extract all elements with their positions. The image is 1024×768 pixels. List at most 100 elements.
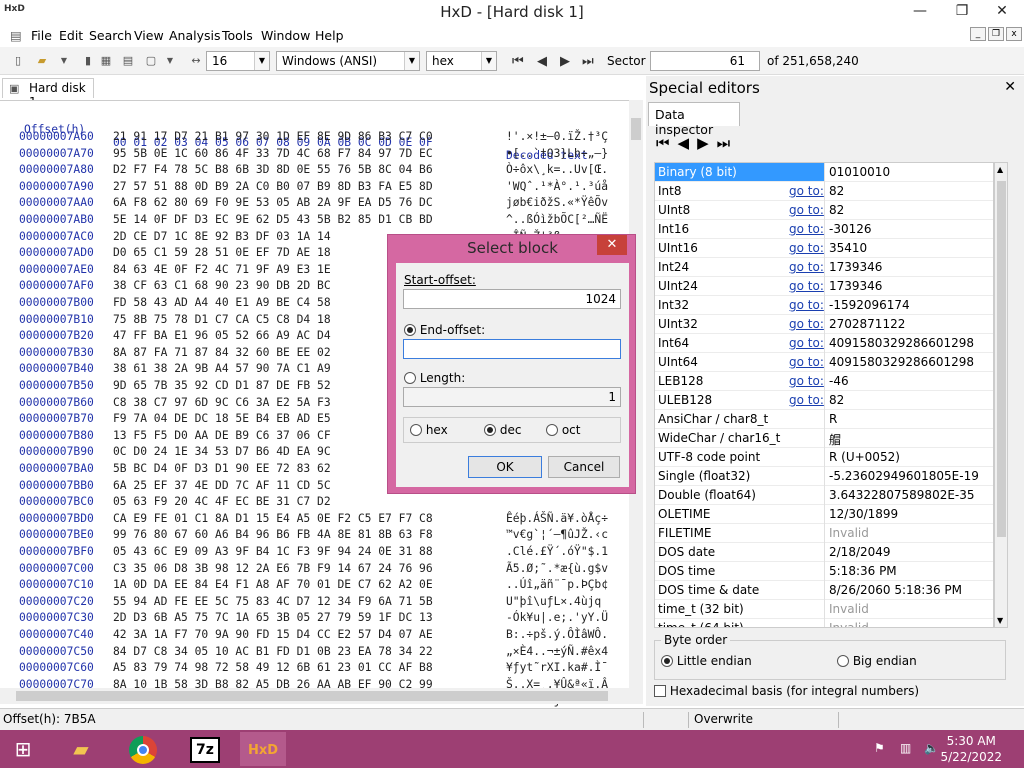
- start-offset-input[interactable]: 1024: [403, 289, 621, 309]
- charset-select[interactable]: Windows (ANSI) ▼: [276, 51, 420, 71]
- length-input[interactable]: 1: [403, 387, 621, 407]
- go-to-link[interactable]: go to:: [789, 222, 824, 236]
- inspector-row-value[interactable]: 35410: [829, 241, 867, 255]
- inspector-row[interactable]: Binary (8 bit) 01010010: [655, 163, 993, 182]
- previous-sector-icon[interactable]: ◀: [537, 54, 547, 69]
- hex-row-decoded[interactable]: .Clé.£Ÿ´.óŸ"$.1: [506, 545, 608, 558]
- hex-row[interactable]: 00000007AA0 6A F8 62 80 69 F0 9E 53 05 AB…: [0, 196, 640, 212]
- inspector-row[interactable]: Int64 go to: 4091580329286601298: [655, 334, 993, 353]
- inspector-row-value[interactable]: 4091580329286601298: [829, 355, 974, 369]
- inspector-row[interactable]: Double (float64) 3.64322807589802E-35: [655, 486, 993, 505]
- hex-row-decoded[interactable]: Ã5.Ø;˜.*æ{ù.g$v: [506, 562, 608, 575]
- hex-row-decoded[interactable]: ^..ßÓìžbÕC[²…ÑË: [506, 213, 608, 226]
- hex-row-bytes[interactable]: 95 5B 0E 1C 60 86 4F 33 7D 4C 68 F7 84 9…: [113, 147, 433, 160]
- hexadecimal-basis-checkbox[interactable]: Hexadecimal basis (for integral numbers): [654, 684, 919, 698]
- open-dropdown-icon[interactable]: ▼: [56, 53, 72, 69]
- hex-row-bytes[interactable]: 47 FF BA E1 96 05 52 66 A9 AC D4: [113, 329, 337, 342]
- system-clock[interactable]: 5:30 AM 5/22/2022: [940, 733, 1002, 765]
- hex-row-bytes[interactable]: 1A 0D DA EE 84 E4 F1 A8 AF 70 01 DE C7 6…: [113, 578, 433, 591]
- menu-search[interactable]: Search: [89, 28, 132, 43]
- inspector-row-value[interactable]: -46: [829, 374, 849, 388]
- inspector-row[interactable]: UInt24 go to: 1739346: [655, 277, 993, 296]
- go-to-link[interactable]: go to:: [789, 203, 824, 217]
- hex-row-decoded[interactable]: Ò÷ôx\¸k=..Uv[Œ.: [506, 163, 608, 176]
- inspector-row[interactable]: UInt8 go to: 82: [655, 201, 993, 220]
- hex-row-decoded[interactable]: 'WQˆ.¹*À°.¹.³úå: [506, 180, 608, 193]
- inspector-row[interactable]: Int32 go to: -1592096174: [655, 296, 993, 315]
- hex-row-decoded[interactable]: U"­þî\uƒL×.4ùjq: [506, 595, 601, 608]
- hex-row-bytes[interactable]: 5E 14 0F DF D3 EC 9E 62 D5 43 5B B2 85 D…: [113, 213, 433, 226]
- go-to-link[interactable]: go to:: [789, 260, 824, 274]
- hex-row-bytes[interactable]: 05 63 F9 20 4C 4F EC BE 31 C7 D2: [113, 495, 337, 508]
- menu-tools[interactable]: Tools: [222, 28, 253, 43]
- hex-row-bytes[interactable]: 05 43 6C E9 09 A3 9F B4 1C F3 9F 94 24 0…: [113, 545, 433, 558]
- document-icon[interactable]: ▤: [10, 28, 22, 43]
- inspector-row-value[interactable]: 82: [829, 393, 844, 407]
- hex-row-decoded[interactable]: •[..`†O3}Lh÷„—}: [506, 147, 608, 160]
- hex-row[interactable]: 00000007C50 84 D7 C8 34 05 10 AC B1 FD D1…: [0, 645, 640, 661]
- go-to-link[interactable]: go to:: [789, 336, 824, 350]
- first-sector-icon[interactable]: ⏮: [512, 54, 524, 69]
- inspector-row-value[interactable]: 1739346: [829, 260, 882, 274]
- inspector-row[interactable]: UInt32 go to: 2702871122: [655, 315, 993, 334]
- inspector-row[interactable]: UInt16 go to: 35410: [655, 239, 993, 258]
- hex-row[interactable]: 00000007AB0 5E 14 0F DF D3 EC 9E 62 D5 43…: [0, 213, 640, 229]
- radix-oct-radio[interactable]: oct: [546, 423, 580, 437]
- hex-row[interactable]: 00000007A60 21 91 17 D7 21 B1 97 30 1D EF…: [0, 130, 640, 146]
- hxd-icon[interactable]: HxD: [240, 732, 286, 766]
- inspector-row-value[interactable]: 1739346: [829, 279, 882, 293]
- 7zip-icon[interactable]: 7z: [182, 732, 228, 766]
- minimize-button[interactable]: —: [902, 0, 938, 22]
- go-to-link[interactable]: go to:: [789, 298, 824, 312]
- hex-row[interactable]: 00000007A80 D2 F7 F4 78 5C B8 6B 3D 8D 0E…: [0, 163, 640, 179]
- scroll-up-icon[interactable]: ▲: [997, 165, 1003, 174]
- inspector-row[interactable]: DOS time 5:18:36 PM: [655, 562, 993, 581]
- close-panel-button[interactable]: ✕: [1004, 79, 1016, 95]
- inspector-row-value[interactable]: 01010010: [829, 165, 890, 179]
- inspector-row[interactable]: Int24 go to: 1739346: [655, 258, 993, 277]
- radix-hex-radio[interactable]: hex: [410, 423, 448, 437]
- last-sector-icon[interactable]: ⏭: [582, 54, 594, 69]
- new-file-icon[interactable]: ▯: [10, 53, 26, 69]
- close-button[interactable]: ✕: [984, 0, 1020, 22]
- inspector-row-value[interactable]: 艒: [829, 431, 841, 448]
- hex-row-bytes[interactable]: 38 61 38 2A 9B A4 57 90 7A C1 A9: [113, 362, 337, 375]
- go-to-link[interactable]: go to:: [789, 355, 824, 369]
- hex-row-decoded[interactable]: ¥ƒyt˜rXI.ka#.Ì¯: [506, 661, 608, 674]
- hex-row[interactable]: 00000007BF0 05 43 6C E9 09 A3 9F B4 1C F3…: [0, 545, 640, 561]
- menu-edit[interactable]: Edit: [59, 28, 83, 43]
- network-icon[interactable]: ▥: [900, 741, 911, 755]
- inspector-row[interactable]: UInt64 go to: 4091580329286601298: [655, 353, 993, 372]
- little-endian-radio[interactable]: Little endian: [661, 654, 752, 668]
- end-offset-option[interactable]: End-offset:: [404, 323, 485, 337]
- inspector-row[interactable]: Int16 go to: -30126: [655, 220, 993, 239]
- hex-row[interactable]: 00000007A70 95 5B 0E 1C 60 86 4F 33 7D 4C…: [0, 147, 640, 163]
- scroll-thumb[interactable]: [16, 691, 608, 701]
- windows-start-icon[interactable]: ⊞: [0, 732, 46, 766]
- mdi-restore-button[interactable]: ❐: [988, 27, 1004, 41]
- volume-icon[interactable]: 🔈: [924, 741, 939, 755]
- hex-row-decoded[interactable]: jøb€iðžS.«*ŸêÕv: [506, 196, 608, 209]
- tab-data-inspector[interactable]: Data inspector: [648, 102, 740, 137]
- cancel-button[interactable]: Cancel: [548, 456, 620, 478]
- menu-view[interactable]: View: [134, 28, 164, 43]
- tab-hard-disk-1[interactable]: ▣ Hard disk 1: [2, 78, 94, 109]
- inspector-row[interactable]: FILETIME Invalid: [655, 524, 993, 543]
- inspector-row-value[interactable]: -5.23602949601805E-19: [829, 469, 979, 483]
- go-to-link[interactable]: go to:: [789, 241, 824, 255]
- hex-row[interactable]: 00000007C60 A5 83 79 74 98 72 58 49 12 6B…: [0, 661, 640, 677]
- go-to-link[interactable]: go to:: [789, 184, 824, 198]
- hex-row-bytes[interactable]: A5 83 79 74 98 72 58 49 12 6B 61 23 01 C…: [113, 661, 433, 674]
- hex-row-bytes[interactable]: 42 3A 1A F7 70 9A 90 FD 15 D4 CC E2 57 D…: [113, 628, 433, 641]
- big-endian-radio[interactable]: Big endian: [837, 654, 917, 668]
- save-icon[interactable]: ▮: [80, 53, 96, 69]
- end-offset-input[interactable]: [403, 339, 621, 359]
- hex-row-bytes[interactable]: 2D D3 6B A5 75 7C 1A 65 3B 05 27 79 59 1…: [113, 611, 433, 624]
- hex-row-bytes[interactable]: 13 F5 F5 D0 AA DE B9 C6 37 06 CF: [113, 429, 337, 442]
- bytes-per-row-select[interactable]: 16 ▼: [206, 51, 270, 71]
- hex-row-bytes[interactable]: 6A F8 62 80 69 F0 9E 53 05 AB 2A 9F EA D…: [113, 196, 433, 209]
- hex-row-bytes[interactable]: 84 63 4E 0F F2 4C 71 9F A9 E3 1E: [113, 263, 337, 276]
- inspector-row[interactable]: AnsiChar / char8_t R: [655, 410, 993, 429]
- offset-base-select[interactable]: hex ▼: [426, 51, 497, 71]
- radix-dec-radio[interactable]: dec: [484, 423, 521, 437]
